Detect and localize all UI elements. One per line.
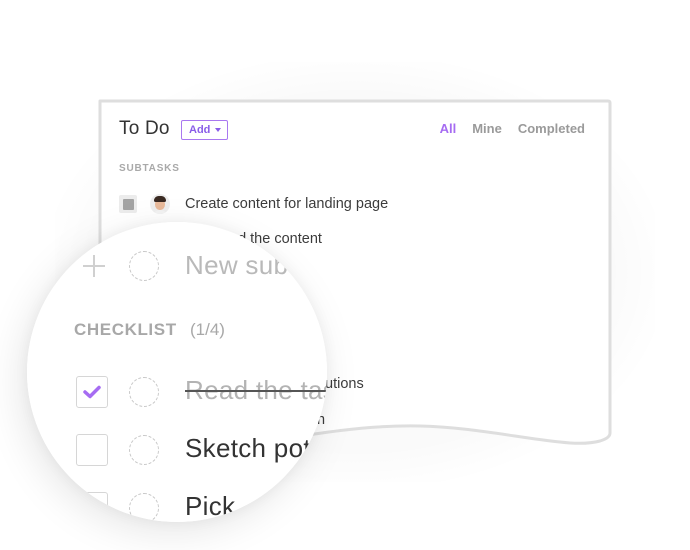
new-subtask-input[interactable]: New sub xyxy=(185,250,288,281)
checklist-checkbox-checked[interactable] xyxy=(76,376,108,408)
stage: To Do Add All Mine Completed SUBTASKS Cr… xyxy=(0,0,690,550)
filter-mine[interactable]: Mine xyxy=(472,121,502,136)
caret-down-icon xyxy=(215,128,222,132)
subtask-text[interactable]: Create content for landing page xyxy=(185,196,388,212)
add-button[interactable]: Add xyxy=(181,120,229,140)
card-title: To Do xyxy=(119,118,170,139)
subtask-row[interactable]: Create content for landing page xyxy=(119,194,388,214)
subtasks-label: SUBTASKS xyxy=(119,163,180,174)
status-square-icon[interactable] xyxy=(119,195,137,213)
plus-icon[interactable] xyxy=(83,255,105,277)
filter-all[interactable]: All xyxy=(440,121,457,136)
assignee-placeholder-icon[interactable] xyxy=(129,435,159,465)
checklist-checkbox[interactable] xyxy=(76,434,108,466)
checklist-item-1-partial-text: utions xyxy=(325,376,364,392)
checklist-count: (1/4) xyxy=(190,320,225,339)
filter-completed[interactable]: Completed xyxy=(518,121,585,136)
checklist-checkbox[interactable] xyxy=(76,492,108,522)
magnifier: New sub CHECKLIST (1/4) Read the tas Ske… xyxy=(27,222,327,522)
checklist-item-text[interactable]: Read the tas xyxy=(185,375,327,406)
checklist-item-text[interactable]: Pick xyxy=(185,491,235,522)
check-icon xyxy=(83,385,101,399)
add-button-label: Add xyxy=(189,124,211,136)
checklist-label: CHECKLIST xyxy=(74,320,177,339)
checklist-item-text[interactable]: Sketch pot xyxy=(185,433,311,464)
avatar[interactable] xyxy=(150,194,170,214)
assignee-placeholder-icon[interactable] xyxy=(129,251,159,281)
assignee-placeholder-icon[interactable] xyxy=(129,377,159,407)
filter-tabs: All Mine Completed xyxy=(440,121,585,136)
assignee-placeholder-icon[interactable] xyxy=(129,493,159,522)
